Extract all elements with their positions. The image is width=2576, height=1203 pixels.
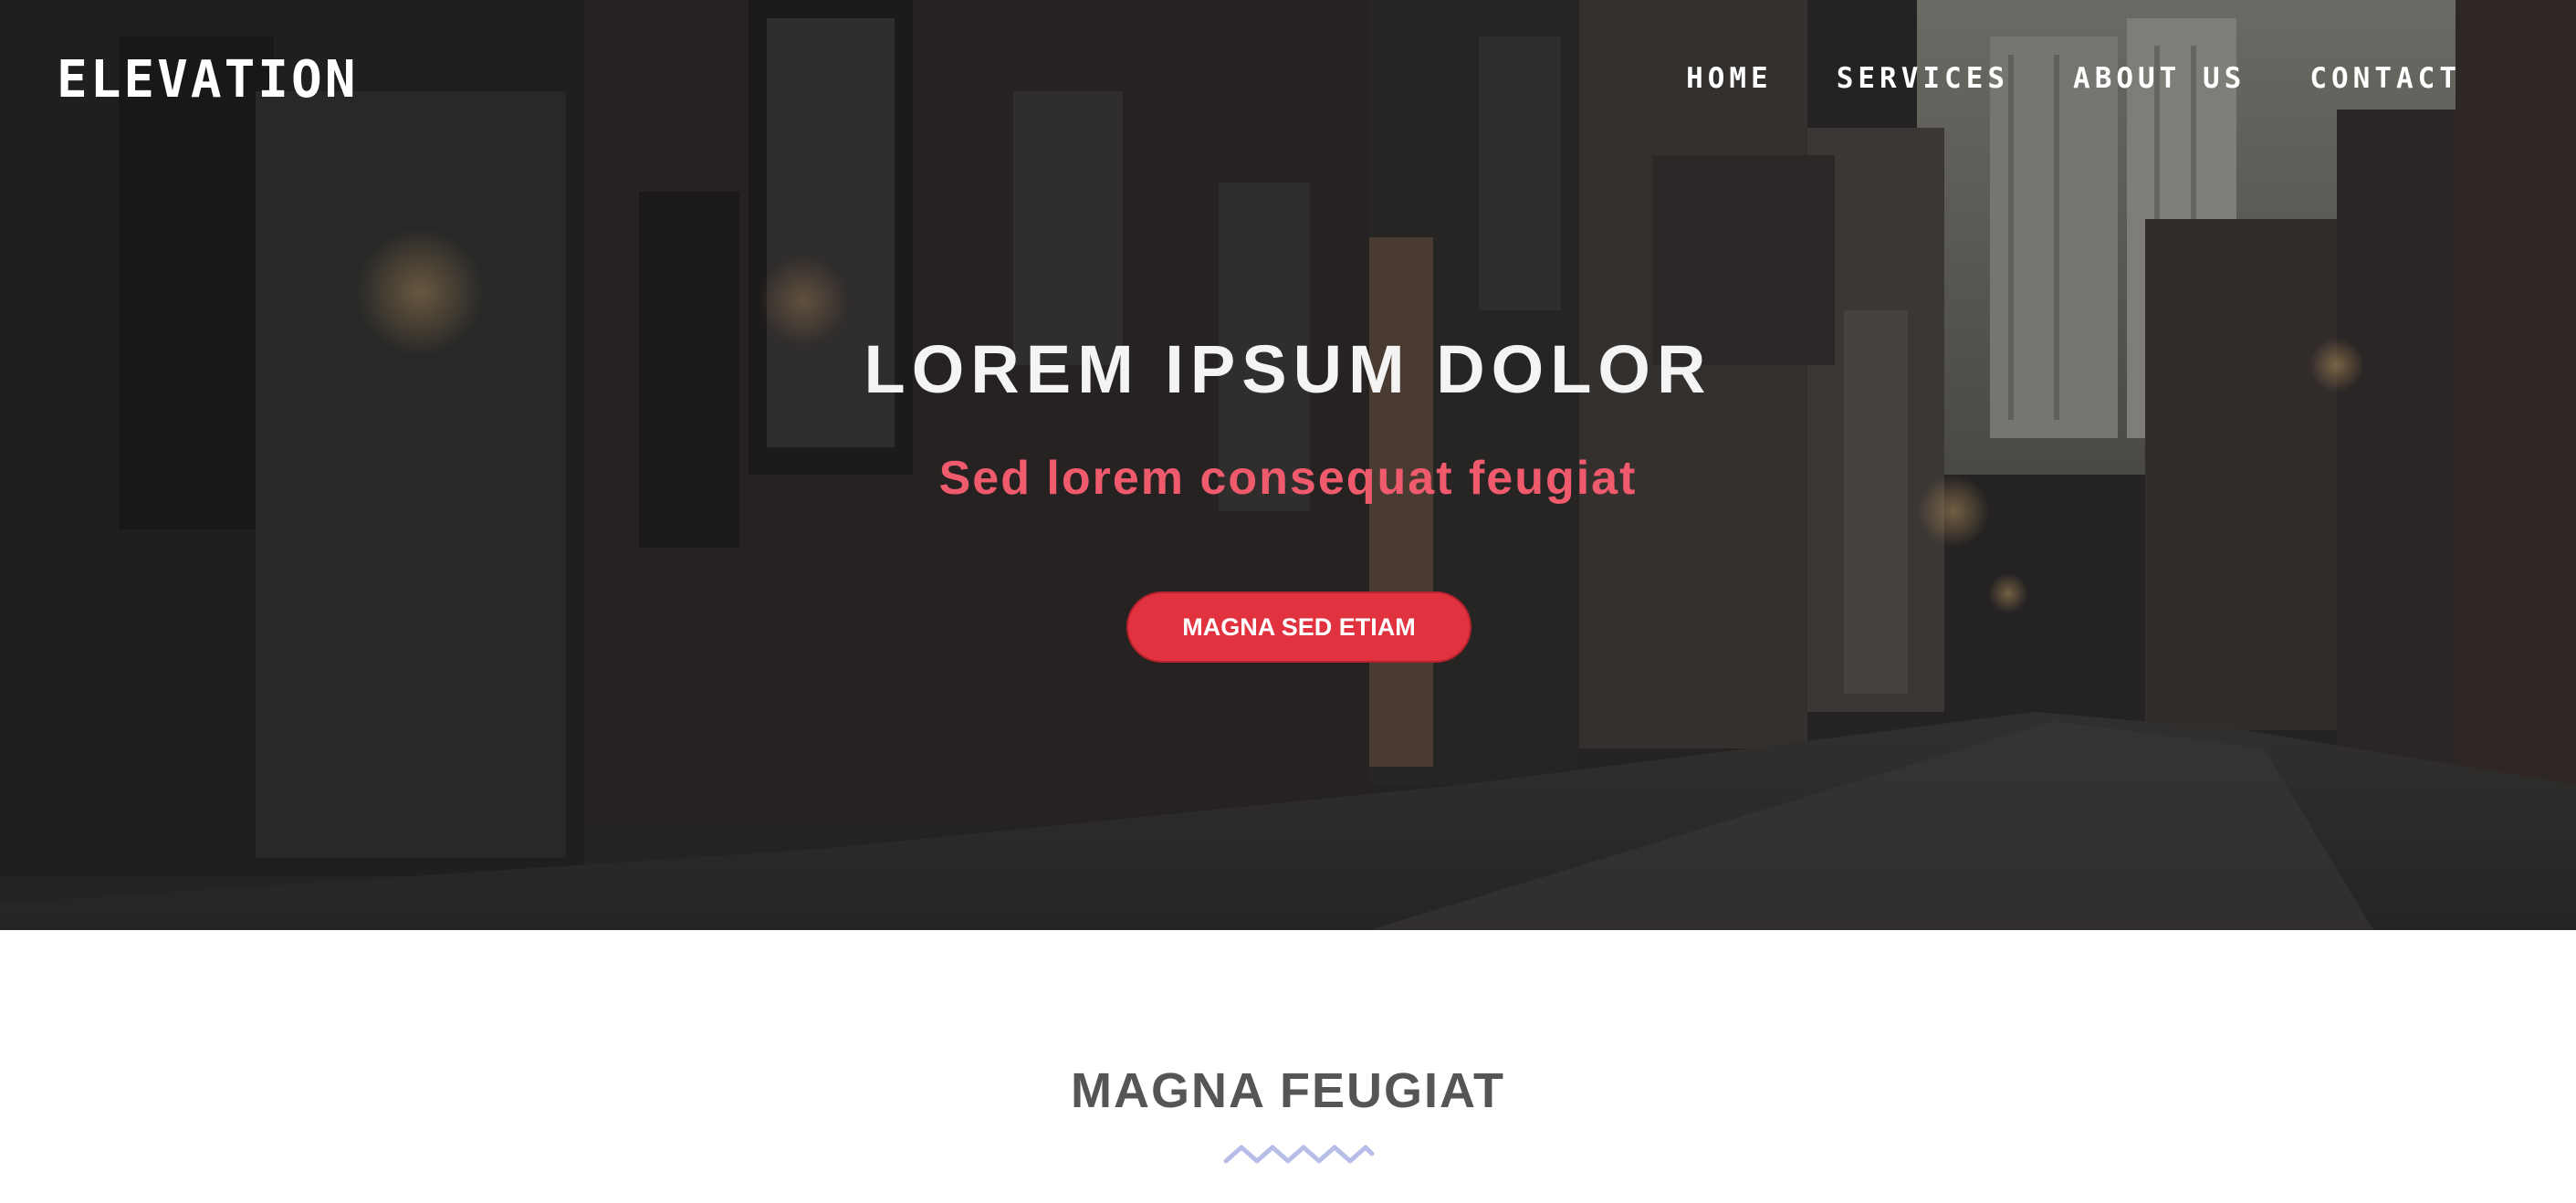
nav-contact-link[interactable]: CONTACT — [2309, 65, 2461, 93]
nav-services-link[interactable]: SERVICES — [1837, 65, 2009, 93]
nav-home-link[interactable]: HOME — [1686, 65, 1773, 93]
zigzag-divider-icon — [1223, 1145, 1375, 1164]
hero-cta-button[interactable]: MAGNA SED ETIAM — [1126, 591, 1471, 663]
hero-banner: ELEVATION HOME SERVICES ABOUT US CONTACT… — [0, 0, 2576, 930]
hero-subtitle: Sed lorem consequat feugiat — [938, 452, 1638, 505]
site-logo[interactable]: ELEVATION — [57, 55, 358, 106]
hero-title: LOREM IPSUM DOLOR — [864, 331, 1712, 407]
section-title: MAGNA FEUGIAT — [1071, 1063, 1505, 1118]
main-navigation: HOME SERVICES ABOUT US CONTACT — [1686, 65, 2461, 93]
nav-about-us-link[interactable]: ABOUT US — [2073, 65, 2246, 93]
